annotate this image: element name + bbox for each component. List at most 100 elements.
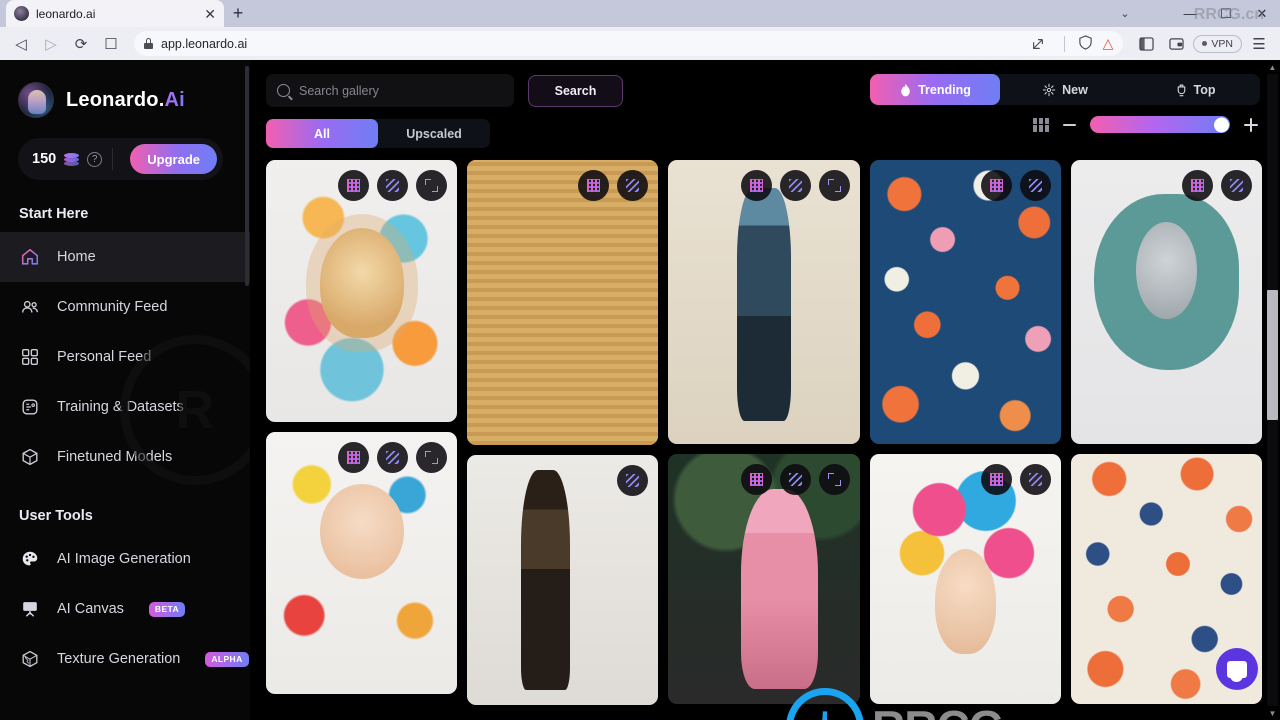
gallery-card-floral-blue[interactable]: [869, 160, 1061, 444]
remix-icon[interactable]: [740, 464, 772, 495]
gallery-columns: [266, 160, 1262, 705]
toolbar-separator: [1063, 35, 1065, 52]
remix-icon[interactable]: [338, 170, 370, 201]
sidebar-item-ai-image-generation[interactable]: AI Image Generation: [0, 534, 250, 584]
flame-icon: [901, 83, 910, 96]
tab-trending[interactable]: Trending: [870, 74, 1000, 105]
titlebar-watermark: RRCG.cn: [1193, 6, 1264, 23]
upgrade-button[interactable]: Upgrade: [130, 144, 217, 174]
card-actions: [980, 464, 1051, 495]
scrollbar-thumb[interactable]: [1267, 290, 1278, 420]
bookmark-icon[interactable]: ☐: [98, 31, 124, 57]
remix-icon[interactable]: [740, 170, 772, 201]
zoom-in-button[interactable]: [1244, 117, 1258, 132]
card-actions: [338, 442, 448, 473]
variation-icon[interactable]: [617, 170, 649, 201]
remix-icon[interactable]: [980, 170, 1012, 201]
coin-stack-icon: [64, 152, 80, 166]
expand-icon[interactable]: [416, 170, 448, 201]
zoom-controls: [870, 116, 1260, 133]
page-scrollbar[interactable]: ▲ ▼: [1265, 60, 1280, 720]
variation-icon[interactable]: [377, 170, 409, 201]
tab-upscaled[interactable]: Upscaled: [378, 119, 490, 148]
brave-lion-icon[interactable]: △: [1103, 35, 1114, 52]
zoom-slider[interactable]: [1090, 116, 1230, 133]
back-icon[interactable]: ◁: [8, 31, 34, 57]
variation-icon[interactable]: [779, 170, 811, 201]
zoom-slider-handle[interactable]: [1214, 117, 1229, 132]
easel-icon: [19, 598, 41, 620]
variation-icon[interactable]: [617, 465, 649, 496]
url-text: app.leonardo.ai: [161, 36, 248, 51]
remix-icon[interactable]: [1182, 170, 1214, 201]
card-actions: [740, 464, 850, 495]
forward-icon[interactable]: ▷: [38, 31, 64, 57]
gallery-column: [266, 160, 458, 705]
vpn-indicator[interactable]: VPN: [1193, 34, 1242, 53]
gallery-column: [668, 160, 860, 705]
sidebar-item-home[interactable]: Home: [0, 232, 250, 282]
expand-icon[interactable]: [416, 442, 448, 473]
chat-bubble-icon[interactable]: [1216, 648, 1258, 690]
card-actions: [740, 170, 850, 201]
gallery-card-hieroglyphs[interactable]: [467, 160, 659, 445]
browser-window: leonardo.ai ✕ + ⌄ — ☐ ✕ ◁ ▷ ⟳ ☐ app.leon…: [0, 0, 1280, 720]
variation-icon[interactable]: [1221, 170, 1253, 201]
variation-icon[interactable]: [1019, 170, 1051, 201]
zoom-out-button[interactable]: [1063, 123, 1076, 126]
sidebar-item-community-feed[interactable]: Community Feed: [0, 282, 250, 332]
sidebar: R Leonardo.Ai 150 ? Upgrade Start Here H…: [0, 60, 250, 720]
gallery-toolbar: Search gallery Search All Upscaled Trend…: [250, 60, 1280, 160]
new-tab-button[interactable]: +: [224, 0, 252, 27]
address-bar[interactable]: app.leonardo.ai △: [134, 31, 1124, 57]
sidebar-scrollbar[interactable]: [245, 66, 249, 286]
gallery-card-blue-warrior[interactable]: [668, 160, 860, 444]
brand[interactable]: Leonardo.Ai: [0, 60, 250, 118]
scroll-down-icon[interactable]: ▼: [1265, 706, 1280, 720]
credits-separator: [112, 148, 114, 170]
grid-density-icon[interactable]: [1033, 117, 1049, 132]
gallery-card-pink-fairy[interactable]: [668, 454, 860, 704]
card-actions: [617, 465, 649, 496]
gallery-card-lion[interactable]: [266, 160, 458, 422]
card-artwork: [467, 160, 659, 445]
variation-icon[interactable]: [377, 442, 409, 473]
help-icon[interactable]: ?: [87, 151, 103, 167]
texture-cube-icon: [19, 648, 41, 670]
close-tab-icon[interactable]: ✕: [204, 7, 216, 21]
tab-favicon-icon: [14, 6, 29, 21]
variation-icon[interactable]: [1019, 464, 1051, 495]
tab-new[interactable]: New: [1000, 74, 1130, 105]
gallery-card-girl-glasses[interactable]: [266, 432, 458, 694]
image-gallery: [266, 160, 1262, 720]
wallet-icon[interactable]: [1163, 31, 1189, 57]
scroll-up-icon[interactable]: ▲: [1265, 60, 1280, 74]
remix-icon[interactable]: [338, 442, 370, 473]
sidebar-item-ai-canvas[interactable]: AI Canvas BETA: [0, 584, 250, 634]
browser-tab[interactable]: leonardo.ai ✕: [6, 0, 224, 27]
sidebar-item-texture-generation[interactable]: Texture Generation ALPHA: [0, 634, 250, 684]
sort-tabs: Trending New Top: [870, 74, 1260, 105]
tab-all[interactable]: All: [266, 119, 378, 148]
variation-icon[interactable]: [779, 464, 811, 495]
reload-icon[interactable]: ⟳: [68, 31, 94, 57]
expand-icon[interactable]: [818, 464, 850, 495]
menu-icon[interactable]: ☰: [1246, 31, 1272, 57]
search-button[interactable]: Search: [528, 74, 623, 107]
expand-icon[interactable]: [818, 170, 850, 201]
gallery-card-koala-bicycle[interactable]: [1070, 160, 1262, 444]
remix-icon[interactable]: [980, 464, 1012, 495]
search-input[interactable]: Search gallery: [266, 74, 514, 107]
remix-icon[interactable]: [578, 170, 610, 201]
card-actions: [338, 170, 448, 201]
badge-alpha: ALPHA: [205, 651, 249, 667]
gallery-card-rainbow-hair[interactable]: [869, 454, 1061, 704]
tab-top[interactable]: Top: [1130, 74, 1260, 105]
sidebar-toggle-icon[interactable]: [1133, 31, 1159, 57]
gallery-card-dark-figure[interactable]: [467, 455, 659, 705]
brave-shield-icon[interactable]: [1078, 34, 1093, 53]
section-label-start-here: Start Here: [19, 206, 89, 222]
share-icon[interactable]: [1025, 31, 1051, 57]
gallery-column: [467, 160, 659, 705]
chevron-down-icon[interactable]: ⌄: [1110, 0, 1140, 27]
